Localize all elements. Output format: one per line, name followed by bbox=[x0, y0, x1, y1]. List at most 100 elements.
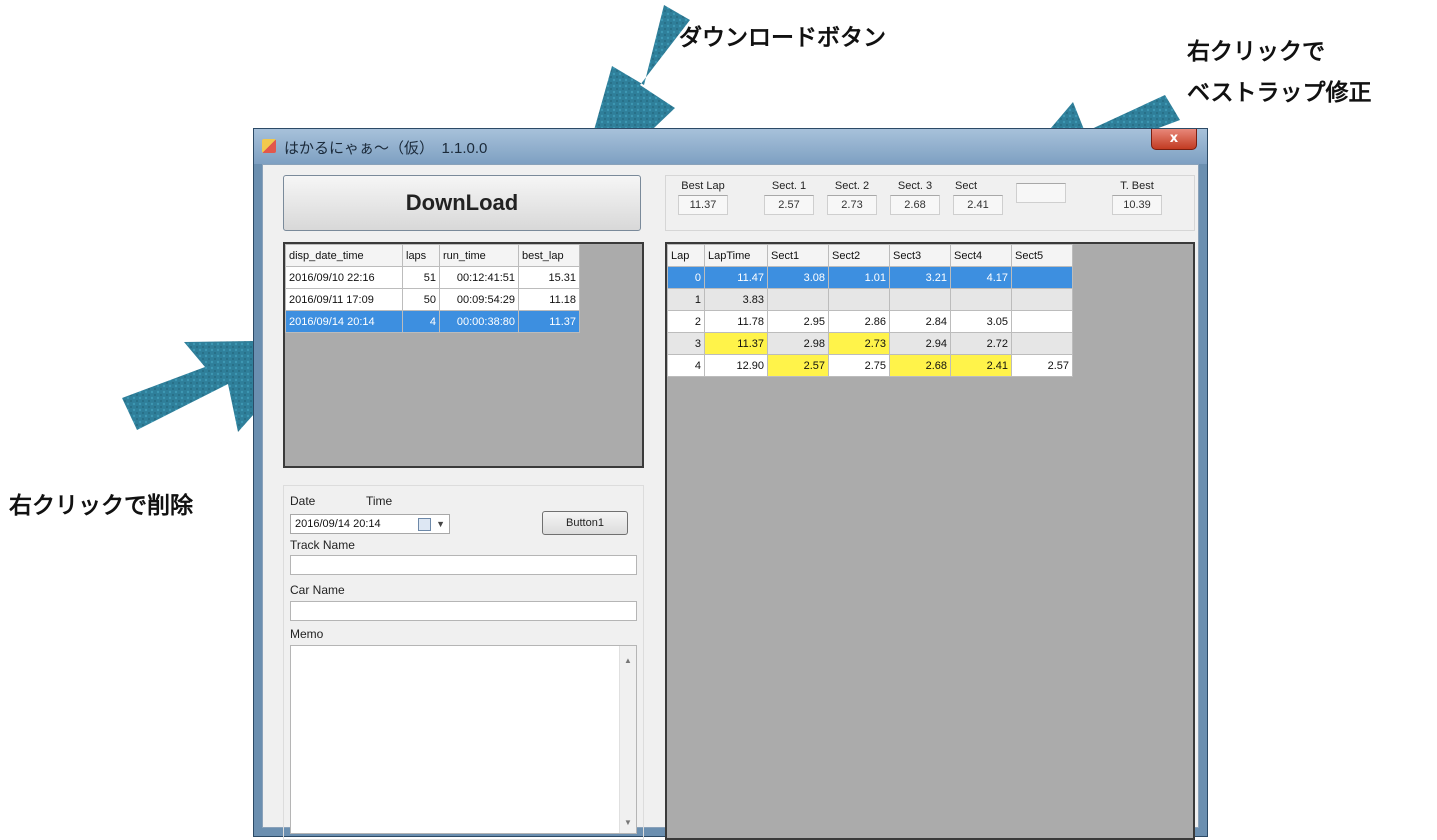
lap-cell[interactable]: 3.05 bbox=[950, 310, 1012, 333]
col-header-sect4[interactable]: Sect4 bbox=[950, 244, 1012, 267]
chevron-down-icon[interactable]: ▼ bbox=[436, 515, 445, 533]
col-header-sect1[interactable]: Sect1 bbox=[767, 244, 829, 267]
lap-grid[interactable]: Lap LapTime Sect1 Sect2 Sect3 Sect4 Sect… bbox=[665, 242, 1195, 840]
summary-sect2[interactable]: Sect. 2 2.73 bbox=[821, 180, 883, 215]
best-lap-annotation-line1: 右クリックで bbox=[1187, 39, 1325, 65]
summary-sect4[interactable]: Sect 2.41 bbox=[947, 180, 1009, 215]
calendar-icon[interactable] bbox=[418, 518, 431, 531]
lap-cell[interactable]: 2 bbox=[667, 310, 705, 333]
lap-cell[interactable]: 4 bbox=[667, 354, 705, 377]
lap-cell[interactable] bbox=[1011, 288, 1073, 311]
track-name-input[interactable] bbox=[290, 555, 637, 575]
lap-cell[interactable]: 2.86 bbox=[828, 310, 890, 333]
session-cell[interactable]: 51 bbox=[402, 266, 440, 289]
lap-cell[interactable] bbox=[1011, 332, 1073, 355]
scroll-down-icon[interactable]: ▼ bbox=[624, 818, 632, 827]
download-button[interactable]: DownLoad bbox=[283, 175, 641, 231]
session-cell[interactable]: 00:09:54:29 bbox=[439, 288, 519, 311]
col-header-best-lap[interactable]: best_lap bbox=[518, 244, 580, 267]
session-row[interactable]: 2016/09/11 17:09 50 00:09:54:29 11.18 bbox=[285, 288, 580, 311]
lap-cell-best[interactable]: 2.41 bbox=[950, 354, 1012, 377]
summary-best-lap[interactable]: Best Lap 11.37 bbox=[672, 180, 734, 215]
col-header-laptime[interactable]: LapTime bbox=[704, 244, 768, 267]
col-header-sect2[interactable]: Sect2 bbox=[828, 244, 890, 267]
session-cell[interactable]: 11.18 bbox=[518, 288, 580, 311]
col-header-run-time[interactable]: run_time bbox=[439, 244, 519, 267]
lap-cell-best[interactable]: 2.68 bbox=[889, 354, 951, 377]
memo-scrollbar[interactable]: ▲ ▼ bbox=[619, 646, 636, 833]
lap-cell[interactable]: 3.21 bbox=[889, 266, 951, 289]
close-button[interactable]: x bbox=[1151, 129, 1197, 150]
lap-cell[interactable]: 2.75 bbox=[828, 354, 890, 377]
lap-cell-best[interactable]: 11.37 bbox=[704, 332, 768, 355]
summary-sect3[interactable]: Sect. 3 2.68 bbox=[884, 180, 946, 215]
lap-cell[interactable]: 11.78 bbox=[704, 310, 768, 333]
lap-cell[interactable]: 0 bbox=[667, 266, 705, 289]
lap-cell[interactable]: 3 bbox=[667, 332, 705, 355]
lap-cell[interactable] bbox=[767, 288, 829, 311]
lap-cell-best[interactable]: 2.73 bbox=[828, 332, 890, 355]
col-header-disp-date-time[interactable]: disp_date_time bbox=[285, 244, 403, 267]
summary-label: Sect. 3 bbox=[897, 180, 933, 192]
lap-cell[interactable]: 2.72 bbox=[950, 332, 1012, 355]
summary-sect5[interactable] bbox=[1010, 180, 1072, 203]
car-name-label: Car Name bbox=[290, 583, 345, 597]
lap-cell[interactable]: 3.08 bbox=[767, 266, 829, 289]
session-grid[interactable]: disp_date_time laps run_time best_lap 20… bbox=[283, 242, 644, 468]
lap-cell[interactable] bbox=[1011, 266, 1073, 289]
app-icon bbox=[262, 139, 276, 153]
session-cell[interactable]: 00:00:38:80 bbox=[439, 310, 519, 333]
session-cell[interactable]: 50 bbox=[402, 288, 440, 311]
lap-cell[interactable]: 2.57 bbox=[1011, 354, 1073, 377]
summary-sect1[interactable]: Sect. 1 2.57 bbox=[758, 180, 820, 215]
session-row-selected[interactable]: 2016/09/14 20:14 4 00:00:38:80 11.37 bbox=[285, 310, 580, 333]
lap-cell[interactable]: 3.83 bbox=[704, 288, 768, 311]
lap-cell[interactable]: 2.94 bbox=[889, 332, 951, 355]
session-cell[interactable]: 2016/09/14 20:14 bbox=[285, 310, 403, 333]
lap-cell[interactable]: 1.01 bbox=[828, 266, 890, 289]
lap-cell[interactable] bbox=[950, 288, 1012, 311]
lap-cell[interactable] bbox=[889, 288, 951, 311]
title-bar[interactable]: はかるにゃぁ～（仮） 1.1.0.0 x bbox=[254, 129, 1207, 164]
lap-cell[interactable]: 2.84 bbox=[889, 310, 951, 333]
lap-row[interactable]: 2 11.78 2.95 2.86 2.84 3.05 bbox=[667, 310, 1073, 333]
col-header-laps[interactable]: laps bbox=[402, 244, 440, 267]
session-cell[interactable]: 15.31 bbox=[518, 266, 580, 289]
lap-cell[interactable]: 2.98 bbox=[767, 332, 829, 355]
col-header-sect3[interactable]: Sect3 bbox=[889, 244, 951, 267]
lap-cell[interactable]: 1 bbox=[667, 288, 705, 311]
col-header-lap[interactable]: Lap bbox=[667, 244, 705, 267]
session-cell[interactable]: 2016/09/11 17:09 bbox=[285, 288, 403, 311]
best-lap-annotation-line2: ベストラップ修正 bbox=[1187, 80, 1372, 106]
col-header-sect5[interactable]: Sect5 bbox=[1011, 244, 1073, 267]
summary-label: T. Best bbox=[1120, 180, 1154, 192]
lap-cell[interactable]: 2.95 bbox=[767, 310, 829, 333]
download-annotation: ダウンロードボタン bbox=[679, 25, 886, 51]
date-label: Date bbox=[290, 494, 316, 508]
lap-row[interactable]: 4 12.90 2.57 2.75 2.68 2.41 2.57 bbox=[667, 354, 1073, 377]
session-cell[interactable]: 11.37 bbox=[518, 310, 580, 333]
lap-row[interactable]: 1 3.83 bbox=[667, 288, 1073, 311]
lap-cell[interactable] bbox=[828, 288, 890, 311]
session-row[interactable]: 2016/09/10 22:16 51 00:12:41:51 15.31 bbox=[285, 266, 580, 289]
button1[interactable]: Button1 bbox=[542, 511, 628, 535]
lap-cell[interactable]: 4.17 bbox=[950, 266, 1012, 289]
lap-row-selected[interactable]: 0 11.47 3.08 1.01 3.21 4.17 bbox=[667, 266, 1073, 289]
session-table: disp_date_time laps run_time best_lap 20… bbox=[285, 244, 580, 333]
summary-value: 2.41 bbox=[953, 195, 1003, 215]
summary-total-best[interactable]: T. Best 10.39 bbox=[1106, 180, 1168, 215]
scroll-up-icon[interactable]: ▲ bbox=[624, 656, 632, 665]
datetime-picker[interactable]: 2016/09/14 20:14 ▼ bbox=[290, 514, 450, 534]
session-cell[interactable]: 4 bbox=[402, 310, 440, 333]
session-cell[interactable]: 2016/09/10 22:16 bbox=[285, 266, 403, 289]
car-name-input[interactable] bbox=[290, 601, 637, 621]
memo-textarea[interactable]: ▲ ▼ bbox=[290, 645, 637, 834]
lap-cell-best[interactable]: 2.57 bbox=[767, 354, 829, 377]
lap-cell[interactable]: 11.47 bbox=[704, 266, 768, 289]
lap-header-row: Lap LapTime Sect1 Sect2 Sect3 Sect4 Sect… bbox=[667, 244, 1073, 267]
datetime-value: 2016/09/14 20:14 bbox=[295, 518, 381, 530]
lap-cell[interactable] bbox=[1011, 310, 1073, 333]
session-cell[interactable]: 00:12:41:51 bbox=[439, 266, 519, 289]
lap-cell[interactable]: 12.90 bbox=[704, 354, 768, 377]
lap-row[interactable]: 3 11.37 2.98 2.73 2.94 2.72 bbox=[667, 332, 1073, 355]
